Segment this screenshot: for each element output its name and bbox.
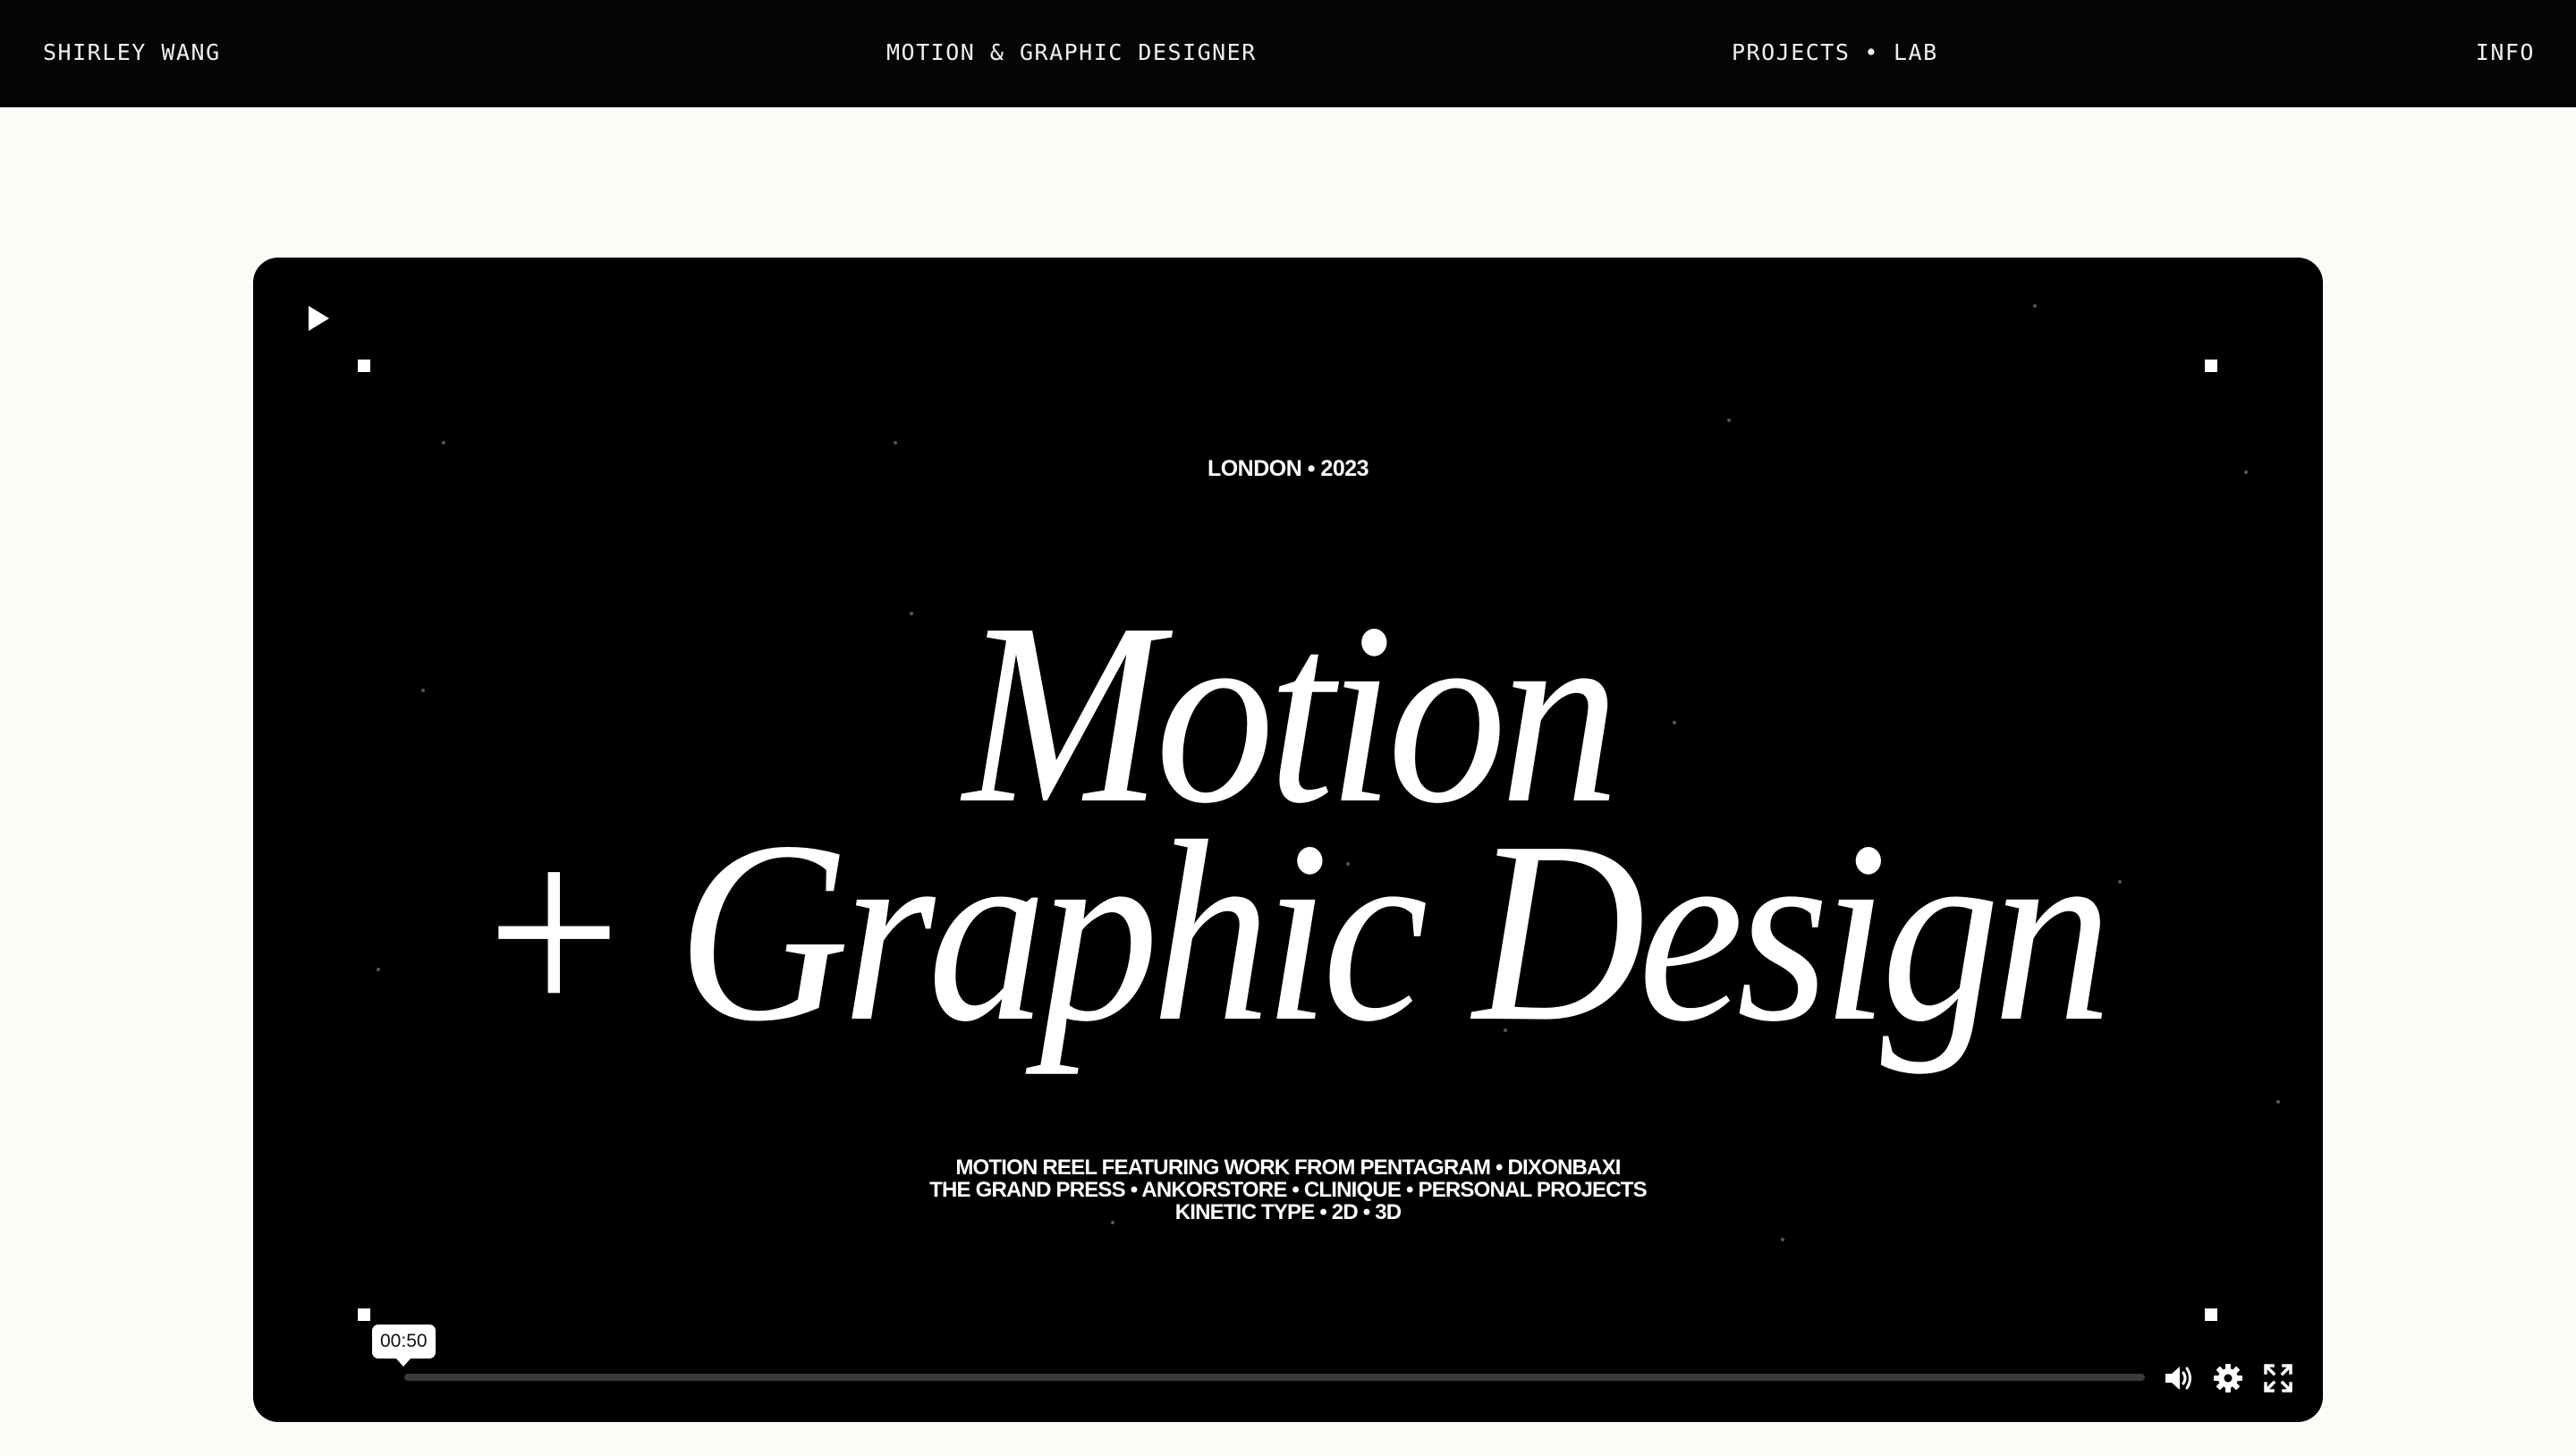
dust-speck <box>442 441 445 444</box>
video-player[interactable]: LONDON • 2023 Motion + Graphic Design MO… <box>253 258 2323 1422</box>
nav-projects-link[interactable]: PROJECTS <box>1732 39 1850 65</box>
nav-separator: • <box>1864 39 1879 65</box>
site-name-link[interactable]: SHIRLEY WANG <box>43 0 221 107</box>
site-role-label: MOTION & GRAPHIC DESIGNER <box>886 39 1257 65</box>
dust-speck <box>2276 1100 2280 1104</box>
frame-corner-marker <box>358 1308 370 1321</box>
dust-speck <box>1781 1238 1784 1241</box>
primary-nav: PROJECTS • LAB <box>1732 0 1938 107</box>
reel-headline: Motion + Graphic Design <box>253 584 2323 1062</box>
reel-credits: MOTION REEL FEATURING WORK FROM PENTAGRA… <box>253 1156 2323 1223</box>
frame-corner-marker <box>2205 360 2217 372</box>
dust-speck <box>894 441 897 444</box>
play-icon[interactable] <box>301 302 334 334</box>
volume-icon[interactable] <box>2162 1361 2196 1395</box>
credits-line: MOTION REEL FEATURING WORK FROM PENTAGRA… <box>955 1155 1621 1180</box>
frame-corner-marker <box>2205 1308 2217 1321</box>
nav-lab-link[interactable]: LAB <box>1894 39 1938 65</box>
top-navigation-bar: SHIRLEY WANG MOTION & GRAPHIC DESIGNER P… <box>0 0 2576 107</box>
seek-time-tooltip: 00:50 <box>372 1325 436 1367</box>
nav-info-link[interactable]: INFO <box>2476 0 2535 107</box>
gear-icon[interactable] <box>2211 1361 2245 1395</box>
seek-bar[interactable] <box>404 1374 2145 1381</box>
fullscreen-icon[interactable] <box>2261 1361 2295 1395</box>
dust-speck <box>1727 419 1731 422</box>
credits-line: KINETIC TYPE • 2D • 3D <box>1174 1200 1402 1224</box>
frame-corner-marker <box>358 360 370 372</box>
credits-line: THE GRAND PRESS • ANKORSTORE • CLINIQUE … <box>929 1178 1647 1202</box>
headline-line-graphic-design: + Graphic Design <box>470 788 2112 1075</box>
dust-speck <box>2033 304 2037 308</box>
location-year-label: LONDON • 2023 <box>1207 456 1369 481</box>
